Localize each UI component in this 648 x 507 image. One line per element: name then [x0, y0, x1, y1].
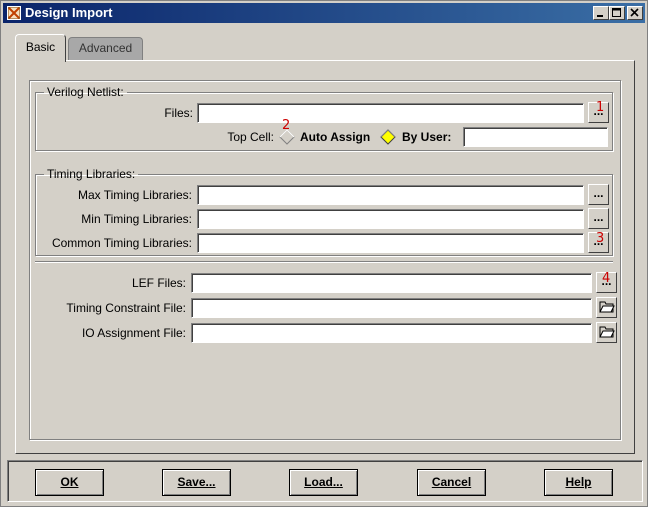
timing-constraint-label: Timing Constraint File:	[66, 301, 186, 315]
io-assignment-label: IO Assignment File:	[81, 326, 186, 340]
lef-files-input[interactable]	[191, 273, 592, 293]
min-timing-browse-button[interactable]: ...	[588, 208, 609, 229]
min-timing-label: Min Timing Libraries:	[81, 212, 192, 226]
files-label: Files:	[164, 106, 193, 120]
close-button[interactable]	[627, 6, 643, 20]
top-cell-input[interactable]	[463, 127, 608, 147]
timing-libraries-legend: Timing Libraries:	[47, 167, 136, 181]
netlist-files-input[interactable]	[197, 103, 584, 123]
io-assignment-open-button[interactable]	[596, 322, 617, 343]
max-timing-browse-button[interactable]: ...	[588, 184, 609, 205]
auto-assign-label[interactable]: Auto Assign	[300, 129, 370, 145]
by-user-label[interactable]: By User:	[402, 129, 451, 145]
window-title: Design Import	[25, 5, 113, 20]
app-icon	[7, 6, 21, 20]
annotation-4: 4	[602, 271, 611, 286]
help-button[interactable]: Help	[544, 469, 613, 496]
ok-button[interactable]: OK	[35, 469, 104, 496]
design-import-window: Design Import Basic Advanced Verilog Net…	[0, 0, 648, 507]
max-timing-input[interactable]	[197, 185, 584, 205]
common-timing-input[interactable]	[197, 233, 584, 253]
io-assignment-input[interactable]	[191, 323, 592, 343]
section-divider	[35, 261, 613, 263]
save-button[interactable]: Save...	[162, 469, 231, 496]
annotation-3: 3	[596, 231, 605, 246]
timing-constraint-input[interactable]	[191, 298, 592, 318]
by-user-radio-icon[interactable]	[380, 129, 396, 145]
top-cell-label: Top Cell:	[227, 130, 274, 144]
load-button[interactable]: Load...	[289, 469, 358, 496]
minimize-button[interactable]	[593, 6, 609, 20]
max-timing-label: Max Timing Libraries:	[77, 188, 192, 202]
folder-open-icon	[598, 301, 615, 313]
timing-constraint-open-button[interactable]	[596, 297, 617, 318]
title-bar[interactable]: Design Import	[3, 3, 645, 23]
maximize-button[interactable]	[609, 6, 625, 20]
annotation-1: 1	[596, 100, 605, 115]
tab-basic[interactable]: Basic	[15, 34, 66, 62]
cancel-button[interactable]: Cancel	[417, 469, 486, 496]
min-timing-input[interactable]	[197, 209, 584, 229]
folder-open-icon	[598, 326, 615, 338]
common-timing-label: Common Timing Libraries:	[51, 236, 192, 250]
verilog-netlist-legend: Verilog Netlist:	[47, 85, 124, 99]
lef-files-label: LEF Files:	[131, 276, 186, 290]
tab-advanced[interactable]: Advanced	[68, 37, 143, 61]
auto-assign-radio-icon[interactable]	[279, 129, 295, 145]
